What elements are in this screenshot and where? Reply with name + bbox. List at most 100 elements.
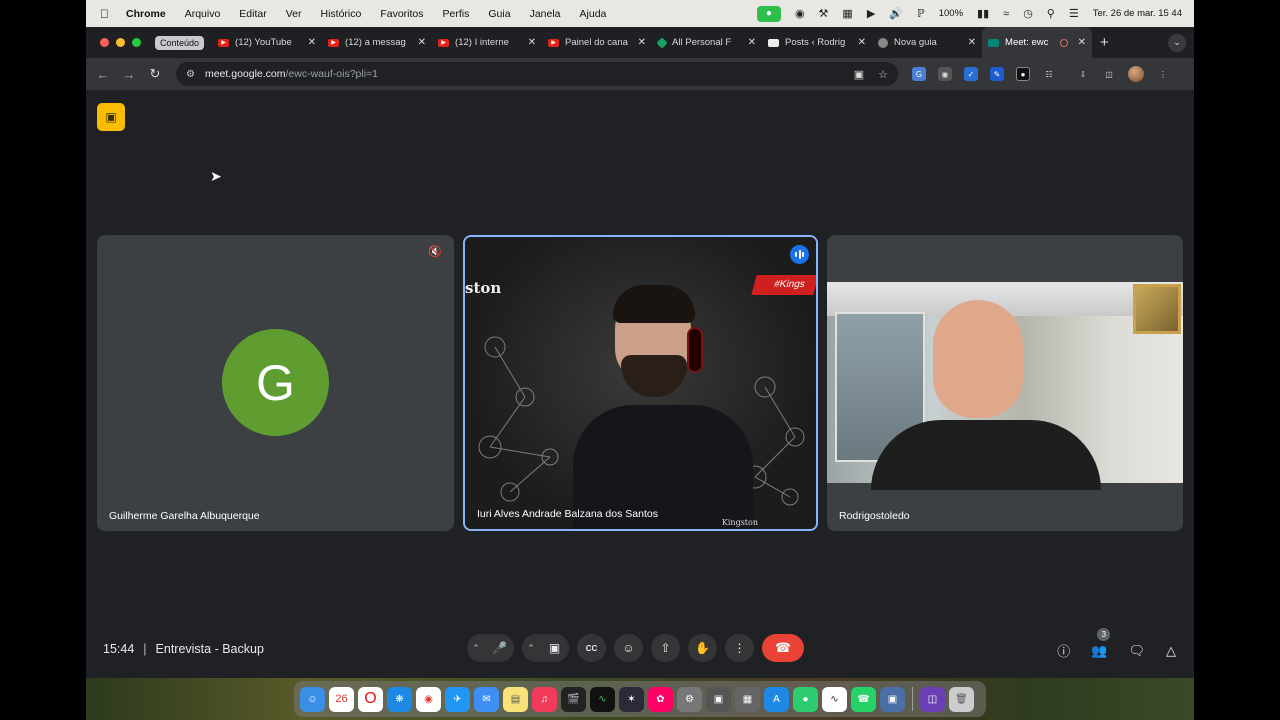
back-arrow-icon[interactable]: ← [90,67,116,82]
activities-icon[interactable]: △ [1166,643,1176,659]
audio-settings-chevron-icon[interactable]: ⌃ [467,643,485,654]
tab-meet-active[interactable]: Meet: ewc ✕ [982,27,1093,58]
people-button[interactable]: 👥 3 [1091,627,1111,659]
extensions-puzzle-icon[interactable]: ☷ [1042,67,1056,81]
finder-icon[interactable]: ☺ [300,686,325,712]
safari-icon[interactable]: ❋ [387,686,412,712]
chrome-dock-icon[interactable]: ◉ [416,686,441,712]
grid-icon[interactable]: ▦ [842,7,852,20]
play-icon[interactable]: ▶ [867,7,875,20]
menu-ver[interactable]: Ver [286,8,302,20]
control-center-icon[interactable]: ☰ [1069,7,1079,20]
tab-group-chip[interactable]: Conteúdo [155,35,205,50]
menu-ajuda[interactable]: Ajuda [580,8,607,20]
participant-tile[interactable]: Rodrigostoledo [827,235,1183,531]
raise-hand-icon[interactable]: ✋ [688,634,717,662]
camera-icon[interactable]: ▣ [540,634,569,662]
download-icon[interactable]: ⇩ [1076,67,1090,81]
close-tab-icon[interactable]: ✕ [528,37,536,48]
screenshot-app-icon[interactable]: ▣ [706,686,731,712]
site-info-icon[interactable]: ⚙ [186,69,195,80]
menu-favoritos[interactable]: Favoritos [380,8,423,20]
menu-editar[interactable]: Editar [239,8,266,20]
camera-off-notification-icon[interactable]: ▣ [97,103,125,131]
side-panel-icon[interactable]: ◫ [1102,67,1116,81]
menu-janela[interactable]: Janela [530,8,561,20]
emoji-reactions-icon[interactable]: ☺ [614,634,643,662]
menubar-datetime[interactable]: Ter. 26 de mar. 15 44 [1093,8,1182,19]
menu-app-name[interactable]: Chrome [126,8,166,20]
zoom-window-button[interactable] [132,38,141,47]
incognito-icon[interactable]: ⚒ [819,7,829,20]
leave-call-button[interactable]: ☎ [762,634,804,662]
record-icon[interactable]: ◉ [795,7,805,20]
logic-icon[interactable]: ∿ [590,686,615,712]
translate-extension-icon[interactable]: G [912,67,926,81]
bluetooth-icon[interactable]: ℙ [917,7,925,20]
menu-perfis[interactable]: Perfis [443,8,470,20]
bookmark-star-icon[interactable]: ☆ [878,68,888,81]
minimize-window-button[interactable] [116,38,125,47]
tab-youtube[interactable]: ▶ (12) YouTube ✕ [212,27,322,58]
mail-icon[interactable]: ✉ [474,686,499,712]
close-tab-icon[interactable]: ✕ [858,37,866,48]
video-settings-chevron-icon[interactable]: ⌃ [522,643,540,654]
screenshot-extension-icon[interactable]: ◉ [938,67,952,81]
close-tab-icon[interactable]: ✕ [1078,37,1086,48]
participant-tile[interactable]: G 🔇 Guilherme Garelha Albuquerque [97,235,454,531]
time-machine-icon[interactable]: ◷ [1023,7,1033,20]
close-tab-icon[interactable]: ✕ [638,37,646,48]
close-tab-icon[interactable]: ✕ [418,37,426,48]
calculator-icon[interactable]: ▦ [735,686,760,712]
freeform-icon[interactable]: ∿ [822,686,847,712]
microphone-icon[interactable]: 🎤 [485,634,514,662]
final-cut-icon[interactable]: 🎬 [561,686,586,712]
close-tab-icon[interactable]: ✕ [968,37,976,48]
tab-posts[interactable]: Posts ‹ Rodrig ✕ [762,27,872,58]
chat-icon[interactable]: 🗨 [1128,643,1145,659]
record-extension-icon[interactable]: ● [1016,67,1030,81]
pen-extension-icon[interactable]: ✎ [990,67,1004,81]
participant-tile-active-speaker[interactable]: ston #Kings Kingston Iuri Alves Andrade … [463,235,818,531]
forward-arrow-icon[interactable]: → [116,67,142,82]
music-icon[interactable]: ♫ [532,686,557,712]
close-tab-icon[interactable]: ✕ [308,37,316,48]
messages-icon[interactable]: ● [793,686,818,712]
menu-arquivo[interactable]: Arquivo [185,8,221,20]
battery-icon[interactable]: ▮▮ [977,7,989,20]
captions-icon[interactable]: CC [577,634,606,662]
reload-icon[interactable]: ↻ [142,66,168,82]
more-options-icon[interactable]: ⋮ [725,634,754,662]
address-bar[interactable]: ⚙ meet.google.com/ewc-wauf-ois?pli=1 ▣ ☆ [176,62,898,86]
menu-guia[interactable]: Guia [488,8,510,20]
new-tab-button[interactable]: + [1100,34,1109,51]
tab-youtube-message[interactable]: ▶ (12) a messag ✕ [322,27,432,58]
tab-painel-canal[interactable]: ▶ Painel do cana ✕ [542,27,652,58]
spotlight-search-icon[interactable]: ⚲ [1047,7,1055,20]
notes-icon[interactable]: ▤ [503,686,528,712]
meeting-details-icon[interactable]: ⓘ [1057,641,1070,660]
calendar-icon[interactable]: 26 [329,686,354,712]
chrome-menu-icon[interactable]: ⋮ [1156,67,1170,81]
testflight-icon[interactable]: ✈ [445,686,470,712]
volume-icon[interactable]: 🔊 [889,7,903,20]
profile-avatar[interactable] [1128,66,1144,82]
app-store-icon[interactable]: A [764,686,789,712]
menu-historico[interactable]: Histórico [321,8,362,20]
apple-menu-icon[interactable]:  [100,7,114,21]
facetime-camera-icon[interactable]: ● [756,5,781,22]
tab-search-dropdown-icon[interactable]: ⌄ [1168,33,1186,52]
close-tab-icon[interactable]: ✕ [748,37,756,48]
wifi-icon[interactable]: ≈ [1003,8,1009,20]
tab-youtube-internet[interactable]: ▶ (12) I interne ✕ [432,27,542,58]
screen-sharing-icon[interactable]: ▣ [880,686,905,712]
system-settings-icon[interactable]: ⚙ [677,686,702,712]
opera-icon[interactable]: O [358,686,383,712]
trash-icon[interactable]: 🗑 [949,686,974,712]
pixelmator-icon[interactable]: ✿ [648,686,673,712]
shield-extension-icon[interactable]: ✓ [964,67,978,81]
downloads-folder-icon[interactable]: ◫ [920,686,945,712]
camera-in-use-icon[interactable]: ▣ [854,68,864,81]
whatsapp-icon[interactable]: ☎ [851,686,876,712]
close-window-button[interactable] [100,38,109,47]
